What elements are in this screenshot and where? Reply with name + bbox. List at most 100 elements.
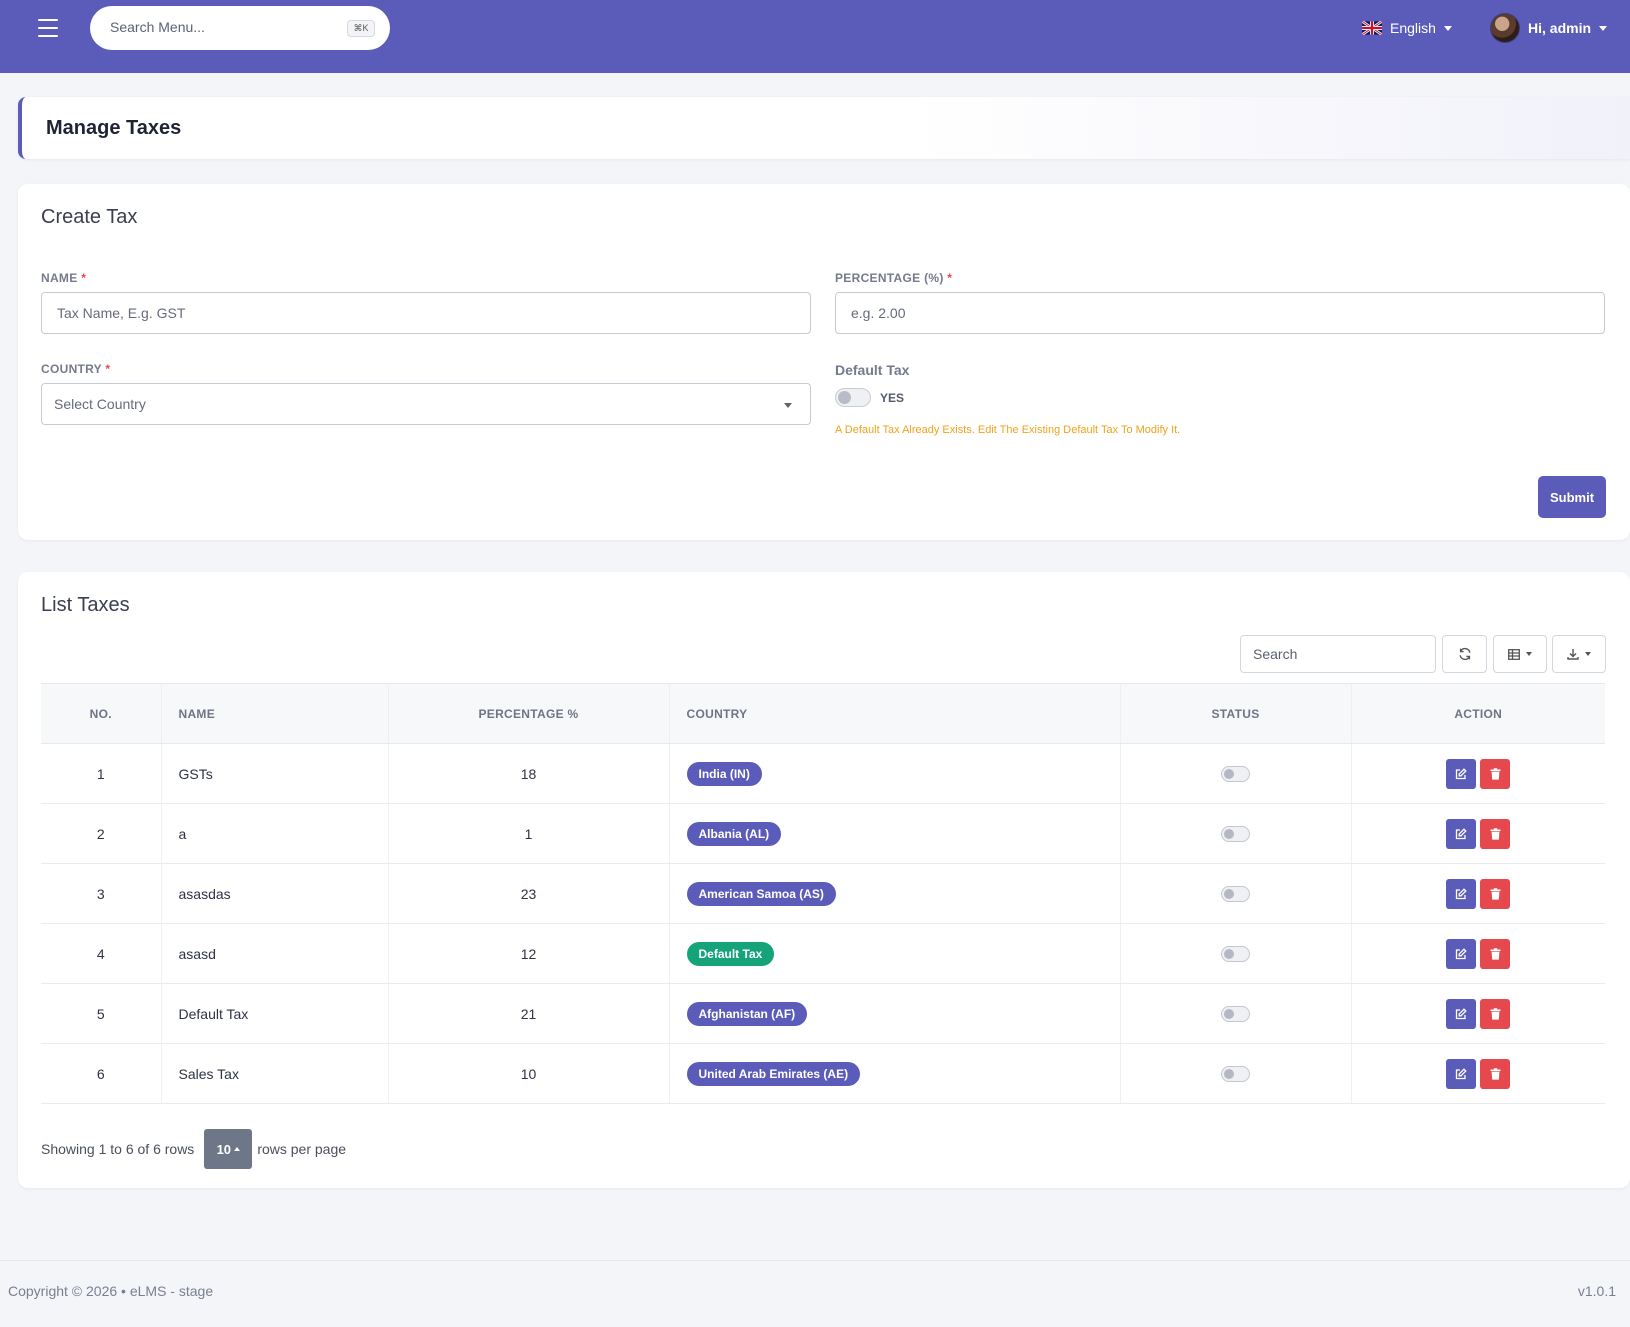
edit-button[interactable] (1446, 998, 1477, 1029)
cell-country: Albania (AL) (669, 803, 1121, 864)
tax-name-input[interactable]: Tax Name, E.g. GST (41, 292, 811, 334)
table-search-placeholder: Search (1253, 646, 1298, 662)
col-header-no[interactable]: NO. (41, 683, 162, 744)
table-row: 2 a 1 Albania (AL) (41, 803, 1605, 864)
columns-toggle-button[interactable] (1493, 635, 1547, 673)
percentage-input[interactable]: e.g. 2.00 (835, 292, 1605, 334)
cell-name: GSTs (161, 743, 389, 804)
cell-action (1351, 983, 1605, 1044)
cell-status (1120, 923, 1352, 984)
cell-action (1351, 1043, 1605, 1104)
edit-button[interactable] (1446, 878, 1477, 909)
cell-country: Default Tax (669, 923, 1121, 984)
trash-icon (1490, 827, 1501, 840)
chevron-up-icon (234, 1147, 241, 1151)
cell-country: India (IN) (669, 743, 1121, 804)
cell-action (1351, 863, 1605, 924)
edit-button[interactable] (1446, 818, 1477, 849)
default-tax-toggle[interactable] (835, 388, 871, 407)
status-toggle[interactable] (1221, 1006, 1250, 1023)
cell-name: a (161, 803, 389, 864)
chevron-down-icon (1526, 652, 1532, 656)
delete-button[interactable] (1480, 818, 1511, 849)
search-menu-input[interactable]: Search Menu... ⌘K (90, 6, 390, 50)
country-badge: Albania (AL) (686, 821, 782, 846)
cell-action (1351, 743, 1605, 804)
edit-icon (1456, 767, 1467, 779)
cell-percentage: 12 (388, 923, 670, 984)
col-header-country[interactable]: COUNTRY (669, 683, 1121, 744)
country-select[interactable]: Select Country (41, 383, 811, 425)
status-toggle[interactable] (1221, 826, 1250, 843)
page-title: Manage Taxes (46, 117, 182, 139)
cell-action (1351, 923, 1605, 984)
status-toggle[interactable] (1221, 766, 1250, 783)
name-label: NAME * (41, 271, 87, 285)
delete-button[interactable] (1480, 1058, 1511, 1089)
country-badge: American Samoa (AS) (686, 881, 836, 906)
trash-icon (1490, 887, 1501, 900)
refresh-icon (1458, 647, 1471, 661)
chevron-down-icon (1585, 652, 1591, 656)
col-header-percentage[interactable]: PERCENTAGE % (388, 683, 670, 744)
country-badge: United Arab Emirates (AE) (686, 1061, 861, 1086)
cell-percentage: 23 (388, 863, 670, 924)
submit-button[interactable]: Submit (1538, 476, 1606, 518)
col-header-status[interactable]: STATUS (1120, 683, 1352, 744)
chevron-down-icon (784, 403, 792, 408)
col-header-name[interactable]: NAME (161, 683, 389, 744)
table-row: 3 asasdas 23 American Samoa (AS) (41, 863, 1605, 924)
delete-button[interactable] (1480, 998, 1511, 1029)
footer-version: v1.0.1 (1577, 1283, 1616, 1299)
edit-button[interactable] (1446, 758, 1477, 789)
default-tax-toggle-label: YES (880, 391, 905, 405)
table-row: 6 Sales Tax 10 United Arab Emirates (AE) (41, 1043, 1605, 1104)
cell-no: 3 (41, 863, 162, 924)
cell-name: Sales Tax (161, 1043, 389, 1104)
shortcut-badge: ⌘K (347, 20, 375, 37)
user-greeting: Hi, admin (1528, 20, 1592, 36)
trash-icon (1490, 947, 1501, 960)
percentage-placeholder: e.g. 2.00 (851, 305, 906, 321)
refresh-button[interactable] (1442, 635, 1487, 673)
cell-status (1120, 1043, 1352, 1104)
menu-toggle-icon[interactable] (38, 19, 58, 37)
trash-icon (1490, 1067, 1501, 1080)
chevron-down-icon (1443, 25, 1452, 31)
chevron-down-icon (1599, 25, 1608, 31)
table-search-input[interactable]: Search (1240, 635, 1436, 673)
footer: Copyright © 2026 • eLMS - stage v1.0.1 (0, 1260, 1630, 1327)
table-row: 4 asasd 12 Default Tax (41, 923, 1605, 984)
edit-icon (1456, 947, 1467, 959)
col-header-action: ACTION (1351, 683, 1605, 744)
cell-country: American Samoa (AS) (669, 863, 1121, 924)
cell-status (1120, 803, 1352, 864)
footer-copyright: Copyright © 2026 • eLMS - stage (8, 1283, 214, 1299)
cell-no: 5 (41, 983, 162, 1044)
page-size-dropdown[interactable]: 10 (204, 1129, 253, 1169)
edit-button[interactable] (1446, 1058, 1477, 1089)
cell-name: Default Tax (161, 983, 389, 1044)
status-toggle[interactable] (1221, 946, 1250, 963)
edit-icon (1456, 1067, 1467, 1079)
language-label: English (1390, 20, 1436, 36)
cell-status (1120, 863, 1352, 924)
delete-button[interactable] (1480, 938, 1511, 969)
required-mark: * (81, 271, 87, 285)
trash-icon (1490, 767, 1501, 780)
cell-country: Afghanistan (AF) (669, 983, 1121, 1044)
status-toggle[interactable] (1221, 886, 1250, 903)
cell-country: United Arab Emirates (AE) (669, 1043, 1121, 1104)
language-selector[interactable]: English (1362, 18, 1452, 38)
cell-action (1351, 803, 1605, 864)
list-taxes-card: List Taxes Search NO. NAME PERCENTAGE % … (18, 572, 1630, 1188)
delete-button[interactable] (1480, 758, 1511, 789)
export-button[interactable] (1552, 635, 1606, 673)
trash-icon (1490, 1007, 1501, 1020)
status-toggle[interactable] (1221, 1066, 1250, 1083)
delete-button[interactable] (1480, 878, 1511, 909)
user-menu[interactable]: Hi, admin (1490, 12, 1608, 44)
edit-icon (1456, 1007, 1467, 1019)
edit-button[interactable] (1446, 938, 1477, 969)
cell-no: 2 (41, 803, 162, 864)
